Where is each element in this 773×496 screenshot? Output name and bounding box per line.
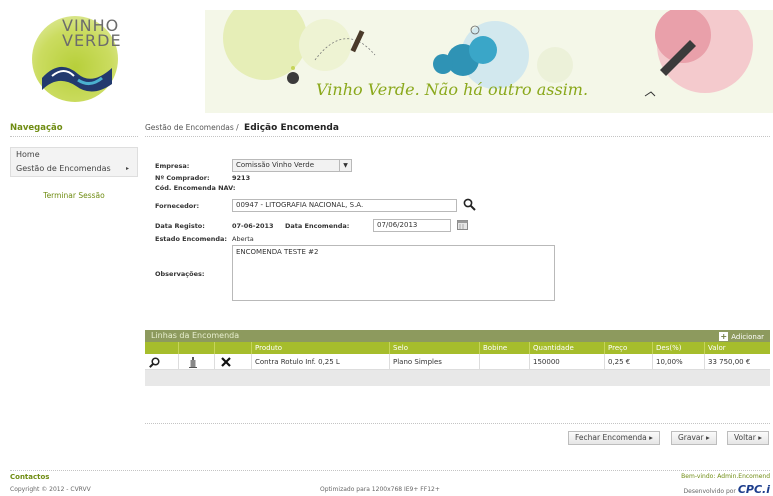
nav-title: Navegação: [10, 123, 138, 137]
logo-wave-icon: [42, 66, 112, 92]
plus-icon: +: [719, 332, 729, 341]
cell-produto: Contra Rotulo Inf. 0,25 L: [252, 354, 390, 370]
fechar-encomenda-label: Fechar Encomenda: [575, 433, 647, 442]
column-header-quantidade[interactable]: Quantidade: [530, 342, 605, 354]
gravar-label: Gravar: [678, 433, 704, 442]
column-header-view: [145, 342, 179, 354]
sidebar-navigation: Navegação Home Gestão de Encomendas ▸ Ter…: [10, 123, 138, 200]
table-row[interactable]: Contra Rotulo Inf. 0,25 L Plano Simples …: [145, 354, 770, 370]
cell-valor: 33 750,00 €: [708, 358, 751, 366]
column-header-desconto[interactable]: Des(%): [653, 342, 705, 354]
empresa-select[interactable]: Comissão Vinho Verde ▼: [232, 159, 352, 172]
nav-menu: Home Gestão de Encomendas ▸: [10, 147, 138, 177]
estado-encomenda-label: Estado Encomenda:: [155, 235, 228, 243]
gravar-button[interactable]: Gravar ▸: [671, 431, 717, 445]
cell-desconto: 10,00%: [653, 354, 705, 370]
cell-preco: 0,25 €: [605, 354, 653, 370]
column-header-selo[interactable]: Selo: [390, 342, 480, 354]
voltar-label: Voltar: [734, 433, 756, 442]
attach-cell: [179, 354, 215, 370]
column-header-produto[interactable]: Produto: [252, 342, 390, 354]
data-registo-label: Data Registo:: [155, 222, 205, 230]
copyright-text: Copyright © 2012 - CVRVV: [10, 486, 91, 493]
comprador-label: Nº Comprador:: [155, 174, 210, 182]
cod-encomenda-nav-label: Cód. Encomenda NAV:: [155, 184, 236, 192]
chevron-down-icon: ▼: [339, 160, 351, 171]
column-header-preco[interactable]: Preço: [605, 342, 653, 354]
cell-selo: Plano Simples: [390, 354, 480, 370]
optimized-text: Optimizado para 1200x768 IE9+ FF12+: [320, 486, 440, 493]
bottle-icon[interactable]: [189, 357, 197, 368]
header-tagline: Vinho Verde. Não há outro assim.: [316, 80, 589, 99]
estado-encomenda-value: Aberta: [232, 235, 254, 243]
column-header-valor[interactable]: Valor: [705, 342, 770, 354]
column-header-attach: [179, 342, 215, 354]
calendar-icon[interactable]: [457, 220, 468, 230]
search-icon[interactable]: [463, 198, 476, 211]
delete-cell: [215, 354, 252, 370]
data-encomenda-input[interactable]: 07/06/2013: [373, 219, 451, 232]
column-header-bobine[interactable]: Bobine: [480, 342, 530, 354]
vinho-verde-logo[interactable]: VINHO VERDE: [20, 16, 130, 102]
logo-text: VINHO VERDE: [62, 16, 122, 50]
chevron-right-icon: ▸: [706, 433, 710, 442]
main-content: Gestão de Encomendas / Edição Encomenda …: [145, 123, 770, 301]
empresa-label: Empresa:: [155, 162, 190, 170]
data-encomenda-label: Data Encomenda:: [285, 222, 350, 230]
comprador-value: 9213: [232, 174, 251, 182]
empresa-select-value: Comissão Vinho Verde: [236, 161, 315, 169]
cpc-logo: CPC.i: [737, 483, 770, 496]
delete-x-icon[interactable]: [221, 357, 231, 367]
breadcrumb: Gestão de Encomendas / Edição Encomenda: [145, 123, 770, 137]
view-cell: [145, 354, 179, 370]
observacoes-label: Observações:: [155, 270, 205, 278]
chevron-right-icon: ▸: [125, 165, 129, 172]
contactos-link[interactable]: Contactos: [10, 473, 49, 481]
developer-credit[interactable]: Desenvolvido por CPC.i: [684, 483, 770, 496]
page-title: Edição Encomenda: [244, 123, 339, 133]
header: VINHO VERDE Vinho Verde. Não há outro ass…: [0, 0, 773, 118]
order-lines-title: Linhas da Encomenda: [151, 331, 240, 340]
voltar-button[interactable]: Voltar ▸: [727, 431, 769, 445]
welcome-user-text: Bem-vindo: Admin.Encomend: [681, 473, 770, 480]
divider: [145, 423, 770, 424]
nav-item-home[interactable]: Home: [11, 148, 137, 162]
data-registo-value: 07-06-2013: [232, 222, 274, 230]
cell-bobine: [480, 354, 530, 370]
order-lines-titlebar: Linhas da Encomenda + Adicionar: [145, 330, 770, 342]
logout-link[interactable]: Terminar Sessão: [10, 191, 138, 200]
cell-quantidade: 150000: [530, 354, 605, 370]
table-footer: [145, 370, 770, 386]
nav-item-gestao-encomendas[interactable]: Gestão de Encomendas ▸: [11, 162, 137, 176]
footer: Contactos Bem-vindo: Admin.Encomend Copy…: [10, 470, 770, 496]
add-line-label: Adicionar: [731, 333, 764, 341]
fechar-encomenda-button[interactable]: Fechar Encomenda ▸: [568, 431, 660, 445]
column-header-delete: [215, 342, 252, 354]
chevron-right-icon: ▸: [758, 433, 762, 442]
fornecedor-label: Fornecedor:: [155, 202, 200, 210]
magnifier-icon[interactable]: [149, 357, 160, 368]
fornecedor-input[interactable]: 00947 - LITOGRAFIA NACIONAL, S.A.: [232, 199, 457, 212]
observacoes-textarea[interactable]: ENCOMENDA TESTE #2: [232, 245, 555, 301]
order-lines-grid: Linhas da Encomenda + Adicionar Produto S…: [145, 330, 770, 386]
breadcrumb-parent-link[interactable]: Gestão de Encomendas /: [145, 123, 239, 132]
chevron-right-icon: ▸: [649, 433, 653, 442]
table-header: Produto Selo Bobine Quantidade Preço Des…: [145, 342, 770, 354]
